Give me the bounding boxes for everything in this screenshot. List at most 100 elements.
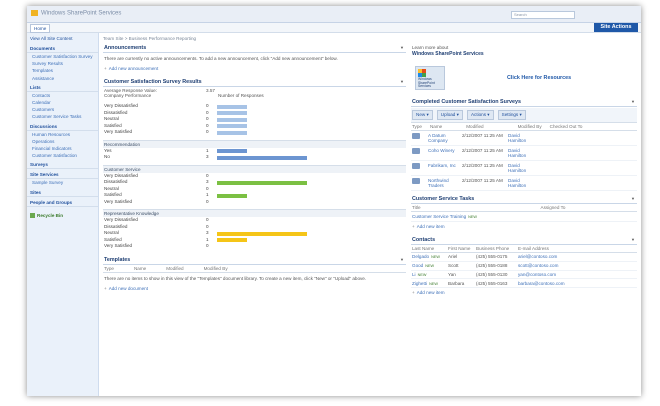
tasks-title[interactable]: Customer Service Tasks ▼ [411,195,637,204]
nav-link[interactable]: Sample Survey [27,179,98,186]
survey-list-row[interactable]: Northwind Traders 2/12/2007 11:25 AM David… [411,176,637,191]
nav-link[interactable]: Site Services [27,171,98,180]
site-title[interactable]: Windows SharePoint Services [31,10,121,17]
contact-row[interactable]: Good NEW Scott (425) 555-0188 scott@contoso.… [411,262,637,271]
add-contact-link[interactable]: + Add new item [411,288,637,297]
contact-last-name[interactable]: Good NEW [412,263,448,268]
nav-section-heading[interactable]: Discussions [27,123,98,131]
col-title[interactable]: Title [412,205,421,210]
task-item[interactable]: Customer Service Training NEW [411,212,637,222]
survey-question-title: Representative Knowledge [103,209,406,217]
menu-arrow-icon[interactable]: ▼ [631,99,635,104]
nav-link[interactable]: People and Groups [27,199,98,207]
nav-item[interactable]: Survey Results [27,60,98,67]
menu-arrow-icon[interactable]: ▼ [631,196,635,201]
recycle-bin-link[interactable]: Recycle Bin [27,211,98,220]
nav-item[interactable]: Assistance [27,75,98,82]
nav-item[interactable]: Customer Service Tasks [27,113,98,120]
survey-results-title-text: Customer Satisfaction Survey Results [104,79,202,85]
new-button-label: New [416,112,426,117]
nav-item[interactable]: Contacts [27,92,98,99]
contact-last-name[interactable]: Zighetti NEW [412,281,448,286]
new-badge: NEW [417,272,427,277]
col-name[interactable]: Name [430,124,442,129]
contact-last-name[interactable]: Delgado NEW [412,254,448,259]
survey-modified-by[interactable]: David Hamilton [508,163,538,173]
tab-home[interactable]: Home [30,24,51,33]
templates-title[interactable]: Templates ▼ [103,256,406,265]
resources-link[interactable]: Click Here for Resources [507,75,571,81]
nav-item[interactable]: Templates [27,67,98,74]
contact-row[interactable]: Li NEW Yan (425) 555-0130 yan@contoso.com [411,271,637,280]
col-type[interactable]: Type [412,124,422,129]
nav-link[interactable]: Surveys [27,161,98,170]
survey-list-row[interactable]: Fabrikam, Inc 2/12/2007 11:25 AM David Ham… [411,161,637,176]
add-task-link[interactable]: + Add new item [411,222,637,231]
menu-arrow-icon[interactable]: ▼ [631,237,635,242]
nav-item[interactable]: Customers [27,106,98,113]
survey-modified-by[interactable]: David Hamilton [508,148,538,158]
tasks-header: Title Assigned To [411,204,637,212]
site-actions-button[interactable]: Site Actions [594,23,638,32]
survey-modified-by[interactable]: David Hamilton [508,178,538,188]
survey-name[interactable]: A Datum Company [428,133,462,143]
survey-modified-by[interactable]: David Hamilton [508,133,538,143]
col-name[interactable]: Name [134,266,146,271]
nav-section-heading[interactable]: Documents [27,45,98,53]
survey-modified: 2/12/2007 11:25 AM [462,163,503,168]
contact-email[interactable]: scott@contoso.com [518,263,578,268]
contact-row[interactable]: Delgado NEW Ariel (425) 555-0175 ariel@conto… [411,253,637,262]
menu-arrow-icon[interactable]: ▼ [400,257,404,262]
nav-section-heading[interactable]: Lists [27,84,98,92]
col-last-name[interactable]: Last Name [412,246,448,251]
site-title-text: Windows SharePoint Services [41,10,122,17]
col-modified[interactable]: Modified [166,266,183,271]
col-assigned-to[interactable]: Assigned To [541,205,566,210]
col-first-name[interactable]: First Name [448,246,476,251]
contact-email[interactable]: ariel@contoso.com [518,254,578,259]
breadcrumb[interactable]: Team Site > Business Performance Reporti… [103,36,196,41]
col-modified[interactable]: Modified [466,124,483,129]
document-icon [412,133,420,139]
add-document-link[interactable]: + Add new document [103,284,406,293]
nav-sections: Documents Customer Satisfaction Survey Sur… [27,45,98,159]
menu-arrow-icon[interactable]: ▼ [400,45,404,50]
contact-row[interactable]: Zighetti NEW Barbara (425) 555-0163 barbara@… [411,279,637,289]
contact-last-name[interactable]: Li NEW [412,272,448,277]
col-checked-out[interactable]: Checked Out To [550,124,583,129]
search-input[interactable]: Search [511,11,575,19]
survey-list-row[interactable]: Coho Winery 2/12/2007 11:25 AM David Hamil… [411,146,637,161]
contact-email[interactable]: yan@contoso.com [518,272,578,277]
settings-button[interactable]: Settings ▾ [497,110,526,120]
nav-item[interactable]: Financial Indicators [27,145,98,152]
nav-item[interactable]: Operations [27,138,98,145]
survey-results-title[interactable]: Customer Satisfaction Survey Results ▼ [103,78,406,87]
nav-item[interactable]: Human Resources [27,131,98,138]
nav-item[interactable]: Customer Satisfaction Survey [27,53,98,60]
announcements-title[interactable]: Announcements ▼ [103,44,406,53]
survey-name[interactable]: Fabrikam, Inc [428,163,462,168]
survey-list-row[interactable]: A Datum Company 2/12/2007 11:25 AM David H… [411,131,637,146]
survey-name[interactable]: Northwind Traders [428,178,462,188]
nav-item[interactable]: Customer Satisfaction [27,152,98,159]
contact-email[interactable]: barbara@contoso.com [518,281,578,286]
view-all-content-link[interactable]: View All Site Content [27,33,98,43]
announcements-empty-text: There are currently no active announceme… [104,56,338,61]
nav-link[interactable]: Sites [27,189,98,197]
col-modified-by[interactable]: Modified By [518,124,542,129]
new-button[interactable]: New ▾ [412,110,433,120]
col-modified-by[interactable]: Modified By [204,266,228,271]
contacts-title[interactable]: Contacts ▼ [411,236,637,245]
col-business-phone[interactable]: Business Phone [476,246,518,251]
menu-arrow-icon[interactable]: ▼ [400,79,404,84]
nav-item[interactable]: Calendar [27,99,98,106]
col-email[interactable]: E-mail Address [518,246,578,251]
add-announcement-link[interactable]: + Add new announcement [103,64,406,73]
response-bar [217,104,247,109]
upload-button[interactable]: Upload ▾ [436,110,463,120]
learn-more-heading: Windows SharePoint Services [412,51,484,57]
survey-name[interactable]: Coho Winery [428,148,462,153]
col-type[interactable]: Type [104,266,114,271]
completed-surveys-title[interactable]: Completed Customer Satisfaction Surveys ▼ [411,98,637,107]
actions-button[interactable]: Actions ▾ [466,110,494,120]
